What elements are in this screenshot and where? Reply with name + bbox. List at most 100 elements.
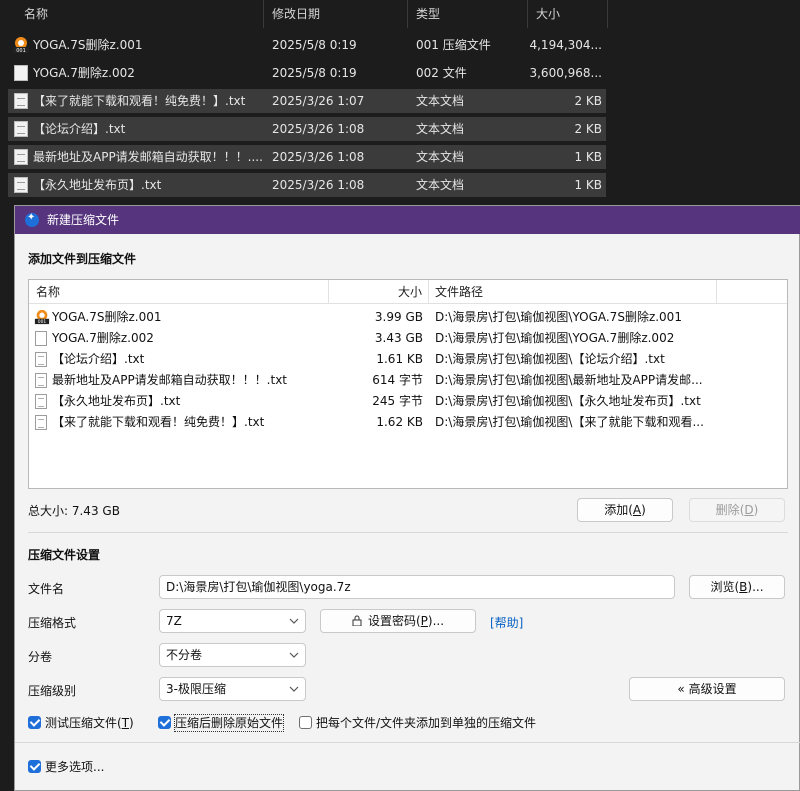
file-list-row[interactable]: 最新地址及APP请发邮箱自动获取！！！.txt 614 字节 D:\海景房\打包… (29, 370, 787, 391)
archive-settings-section-label: 压缩文件设置 (28, 548, 101, 562)
format-selected-value: 7Z (166, 614, 182, 628)
separate-archives-checkbox[interactable]: 把每个文件/文件夹添加到单独的压缩文件 (299, 715, 559, 731)
file-type: 文本文档 (416, 178, 465, 192)
file-name: 【永久地址发布页】.txt (52, 394, 181, 408)
explorer-row[interactable]: 001 YOGA.7S删除z.001 2025/5/8 0:19 001 压缩文… (8, 33, 606, 57)
checkbox-checked-icon (28, 716, 41, 729)
7z-archive-icon: 001 (13, 37, 29, 54)
more-options-checkbox[interactable]: 更多选项... (28, 759, 148, 775)
explorer-row-selected[interactable]: 最新地址及APP请发邮箱自动获取！！！.... 2025/3/26 1:08 文… (8, 145, 606, 169)
chevron-down-icon (289, 652, 299, 658)
lock-icon (352, 615, 362, 626)
file-name: 【来了就能下载和观看！纯免费！】.txt (33, 94, 246, 108)
text-document-icon (35, 352, 47, 367)
file-date: 2025/5/8 0:19 (272, 38, 357, 52)
document-icon (14, 65, 28, 81)
file-name: 最新地址及APP请发邮箱自动获取！！！.txt (52, 373, 288, 387)
checkbox-checked-icon (158, 716, 171, 729)
test-archive-checkbox[interactable]: 测试压缩文件(T) (28, 715, 158, 731)
file-path: D:\海景房\打包\瑜伽视图\YOGA.7S删除z.001 (435, 310, 682, 324)
volume-label: 分卷 (28, 650, 53, 664)
new-archive-dialog: 新建压缩文件 添加文件到压缩文件 名称 大小 文件路径 001 YOGA.7S删… (14, 205, 800, 791)
file-name: 最新地址及APP请发邮箱自动获取！！！.... (33, 150, 263, 164)
file-name: YOGA.7删除z.002 (33, 66, 135, 80)
file-type: 文本文档 (416, 122, 465, 136)
file-size: 3.99 GB (374, 310, 423, 324)
browse-button-label: 浏览 (710, 580, 735, 594)
explorer-row-selected[interactable]: 【永久地址发布页】.txt 2025/3/26 1:08 文本文档 1 KB (8, 173, 606, 197)
file-list-row[interactable]: YOGA.7删除z.002 3.43 GB D:\海景房\打包\瑜伽视图\YOG… (29, 328, 787, 349)
file-name: 【来了就能下载和观看！纯免费！】.txt (52, 415, 265, 429)
file-name: 【永久地址发布页】.txt (33, 178, 162, 192)
explorer-row-selected[interactable]: 【论坛介绍】.txt 2025/3/26 1:08 文本文档 2 KB (8, 117, 606, 141)
column-date[interactable]: 修改日期 (264, 0, 408, 28)
file-type: 文本文档 (416, 94, 465, 108)
test-archive-label: 测试压缩文件(T) (45, 716, 134, 730)
separate-archives-label: 把每个文件/文件夹添加到单独的压缩文件 (316, 716, 537, 730)
text-document-icon (14, 93, 28, 109)
file-size: 245 字节 (372, 394, 423, 408)
file-name: 【论坛介绍】.txt (52, 352, 145, 366)
test-archive-text: 测试压缩文件 (45, 716, 118, 730)
volume-select[interactable]: 不分卷 (159, 643, 306, 667)
sort-ascending-icon: ⌃ (139, 0, 148, 7)
file-name: YOGA.7S删除z.001 (33, 38, 143, 52)
explorer-row[interactable]: YOGA.7删除z.002 2025/5/8 0:19 002 文件 3,600… (8, 61, 606, 85)
text-document-icon (14, 149, 28, 165)
file-list-row[interactable]: 【永久地址发布页】.txt 245 字节 D:\海景房\打包\瑜伽视图\【永久地… (29, 391, 787, 412)
file-path: D:\海景房\打包\瑜伽视图\【论坛介绍】.txt (435, 352, 665, 366)
file-explorer: 名称 ⌃ 修改日期 类型 大小 001 YOGA.7S删除z.001 2025/… (0, 0, 800, 205)
file-list[interactable]: 名称 大小 文件路径 001 YOGA.7S删除z.001 3.99 GB D:… (28, 279, 788, 489)
column-size[interactable]: 大小 (528, 0, 608, 28)
remove-button[interactable]: 删除(D) (689, 498, 785, 522)
file-path: D:\海景房\打包\瑜伽视图\【来了就能下载和观看... (435, 415, 704, 429)
dialog-titlebar[interactable]: 新建压缩文件 (15, 206, 800, 234)
explorer-row-selected[interactable]: 【来了就能下载和观看！纯免费！】.txt 2025/3/26 1:07 文本文档… (8, 89, 606, 113)
column-type[interactable]: 类型 (408, 0, 528, 28)
file-date: 2025/5/8 0:19 (272, 66, 357, 80)
set-password-key: P (420, 614, 428, 628)
file-list-row[interactable]: 【来了就能下载和观看！纯免费！】.txt 1.62 KB D:\海景房\打包\瑜… (29, 412, 787, 433)
7z-archive-icon: 001 (34, 309, 50, 325)
text-document-icon (14, 177, 28, 193)
format-label: 压缩格式 (28, 616, 77, 630)
add-button[interactable]: 添加(A) (577, 498, 673, 522)
file-size: 614 字节 (372, 373, 423, 387)
format-select[interactable]: 7Z (159, 609, 306, 633)
file-list-row[interactable]: 001 YOGA.7S删除z.001 3.99 GB D:\海景房\打包\瑜伽视… (29, 307, 787, 328)
column-path[interactable]: 文件路径 (429, 280, 717, 304)
file-type: 001 压缩文件 (416, 38, 491, 52)
file-path: D:\海景房\打包\瑜伽视图\最新地址及APP请发邮... (435, 373, 703, 387)
text-document-icon (14, 121, 28, 137)
filename-input[interactable]: D:\海景房\打包\瑜伽视图\yoga.7z (159, 575, 675, 599)
svg-text:001: 001 (38, 319, 47, 325)
browse-button[interactable]: 浏览(B)... (689, 575, 785, 599)
file-size: 1 KB (574, 178, 602, 192)
file-size: 3.43 GB (374, 331, 423, 345)
volume-selected-value: 不分卷 (166, 648, 203, 662)
advanced-settings-button[interactable]: « 高级设置 (629, 677, 785, 701)
more-options-label: 更多选项... (45, 760, 105, 774)
remove-button-label: 删除 (715, 503, 740, 517)
filename-label: 文件名 (28, 582, 65, 596)
level-select[interactable]: 3-极限压缩 (159, 677, 306, 701)
section-divider (15, 742, 800, 743)
file-size: 1 KB (574, 150, 602, 164)
column-size[interactable]: 大小 (329, 280, 429, 304)
column-name[interactable]: 名称 (29, 280, 329, 304)
delete-after-checkbox[interactable]: 压缩后删除原始文件 (158, 714, 288, 732)
file-size: 3,600,968... (529, 66, 602, 80)
file-list-row[interactable]: 【论坛介绍】.txt 1.61 KB D:\海景房\打包\瑜伽视图\【论坛介绍】… (29, 349, 787, 370)
file-date: 2025/3/26 1:08 (272, 178, 365, 192)
file-size: 1.61 KB (376, 352, 423, 366)
set-password-button[interactable]: 设置密码(P)... (320, 609, 476, 633)
file-date: 2025/3/26 1:08 (272, 122, 365, 136)
level-label: 压缩级别 (28, 684, 77, 698)
total-size-label: 总大小: 7.43 GB (28, 504, 120, 518)
file-path: D:\海景房\打包\瑜伽视图\【永久地址发布页】.txt (435, 394, 701, 408)
test-archive-key: T (121, 716, 130, 730)
browse-button-key: B (739, 580, 748, 594)
chevron-down-icon (289, 686, 299, 692)
help-link[interactable]: [帮助] (490, 614, 523, 631)
file-type: 文本文档 (416, 150, 465, 164)
